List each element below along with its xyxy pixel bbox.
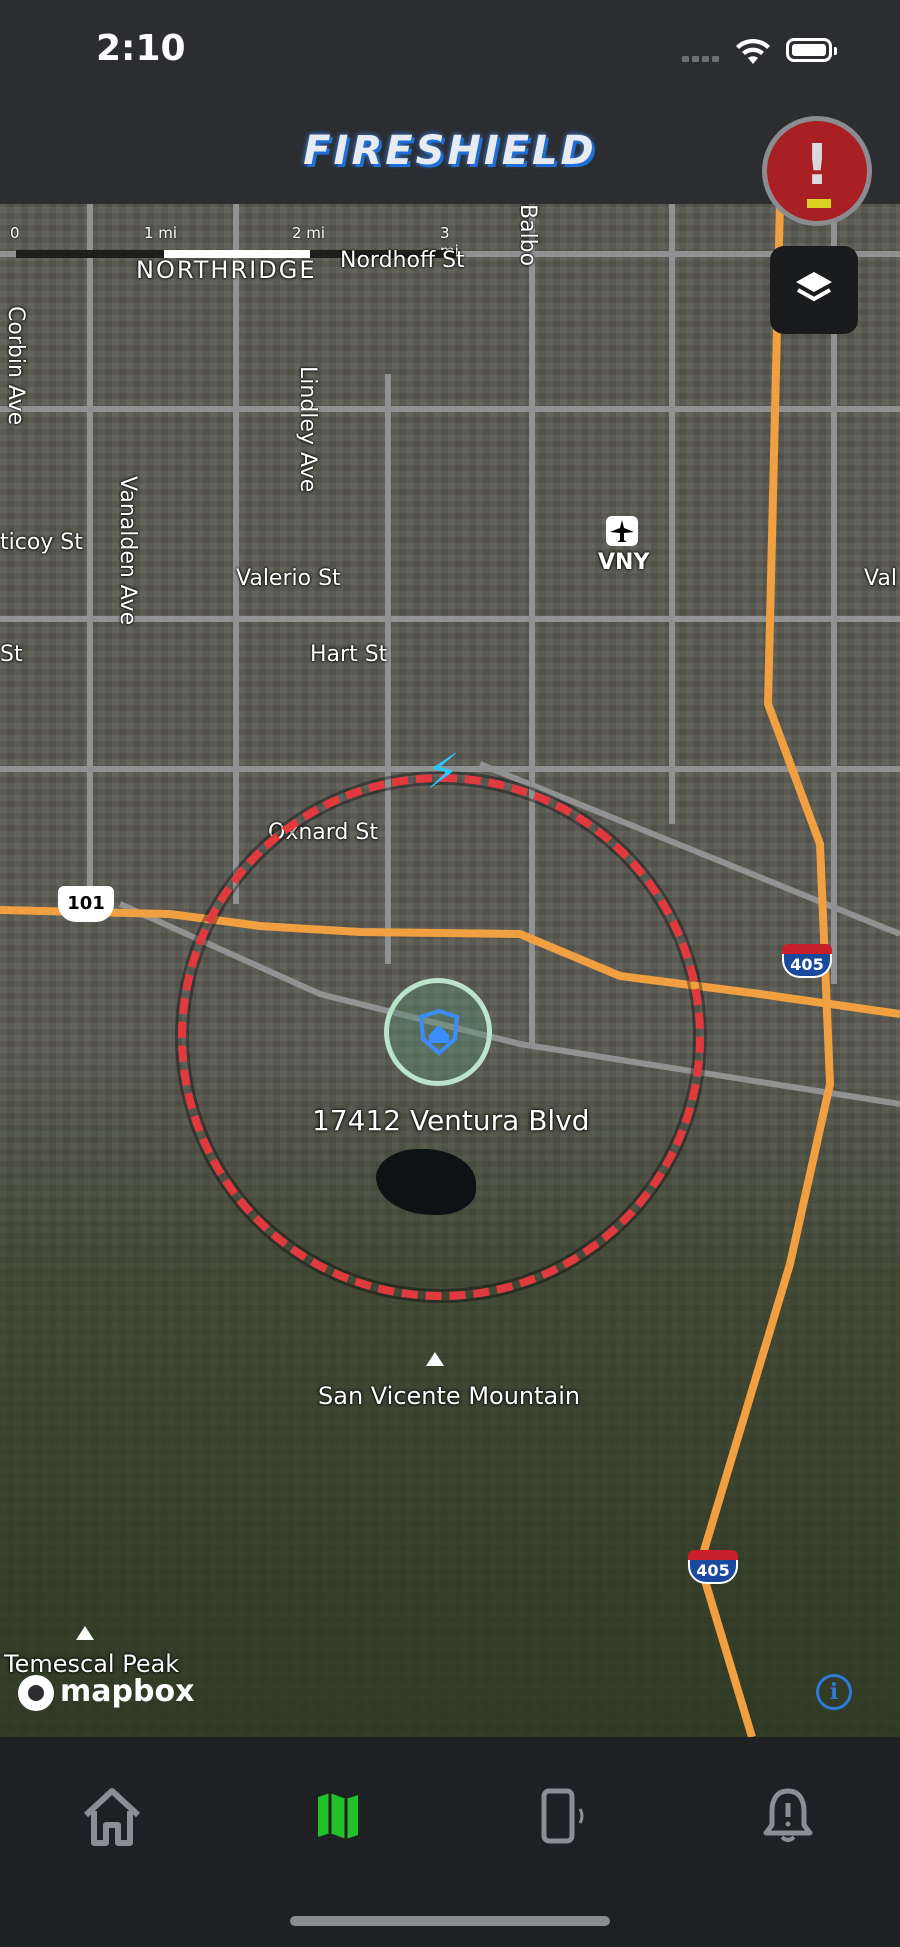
mapbox-logo[interactable]: mapbox	[18, 1674, 194, 1711]
house-icon	[83, 1788, 141, 1846]
map-label-northridge: NORTHRIDGE	[136, 256, 317, 284]
mapbox-icon	[18, 1674, 54, 1711]
map-label-nordhoff: Nordhoff St	[340, 248, 465, 273]
alert-exclamation-icon: !	[804, 133, 830, 198]
home-address-label: 17412 Ventura Blvd	[312, 1104, 590, 1137]
mountain-peak-icon	[426, 1352, 444, 1366]
tab-map[interactable]	[298, 1777, 378, 1857]
map-label-valerio-right: Val	[864, 566, 897, 591]
map-label-st-left: St	[0, 642, 23, 667]
status-bar: 2:10	[0, 0, 900, 100]
status-time: 2:10	[96, 28, 186, 69]
alert-button[interactable]: !	[762, 116, 872, 226]
home-location-marker[interactable]	[384, 978, 492, 1086]
lightning-bolt-icon[interactable]: ⚡	[426, 744, 460, 800]
interstate-405-shield-bottom: 405	[688, 1550, 738, 1590]
bell-alert-icon	[763, 1788, 813, 1842]
map-label-balboa: Balbo	[515, 204, 540, 267]
map-label-vny: VNY	[598, 550, 650, 575]
map-label-vanalden: Vanalden Ave	[115, 476, 140, 626]
home-indicator[interactable]	[290, 1916, 610, 1926]
map-label-hart: Hart St	[310, 642, 388, 667]
cellular-signal-icon	[682, 52, 724, 62]
map-layers-button[interactable]	[770, 246, 858, 334]
battery-icon	[786, 38, 837, 62]
map-label-san-vicente: San Vicente Mountain	[318, 1382, 581, 1410]
map-label-valerio: Valerio St	[236, 566, 341, 591]
map-label-saticoy: ticoy St	[0, 530, 83, 555]
tab-alerts[interactable]	[748, 1777, 828, 1857]
map-label-lindley: Lindley Ave	[295, 366, 320, 493]
map-info-icon[interactable]: i	[816, 1674, 852, 1710]
mountain-peak-icon	[76, 1626, 94, 1640]
layers-icon	[796, 272, 832, 302]
map-icon	[318, 1793, 358, 1839]
highway-101-shield: 101	[58, 886, 114, 922]
phone-vibrate-icon	[541, 1788, 584, 1844]
map-view[interactable]: 0 1 mi 2 mi 3 mi NORTHRIDGE Nordhoff St …	[0, 204, 900, 1737]
tab-home[interactable]	[72, 1777, 152, 1857]
airport-icon	[606, 516, 638, 546]
home-shield-icon	[418, 1009, 460, 1056]
wifi-icon	[736, 38, 770, 64]
tab-device[interactable]	[524, 1777, 604, 1857]
interstate-405-shield-top: 405	[782, 944, 832, 984]
map-label-corbin: Corbin Ave	[3, 306, 28, 426]
